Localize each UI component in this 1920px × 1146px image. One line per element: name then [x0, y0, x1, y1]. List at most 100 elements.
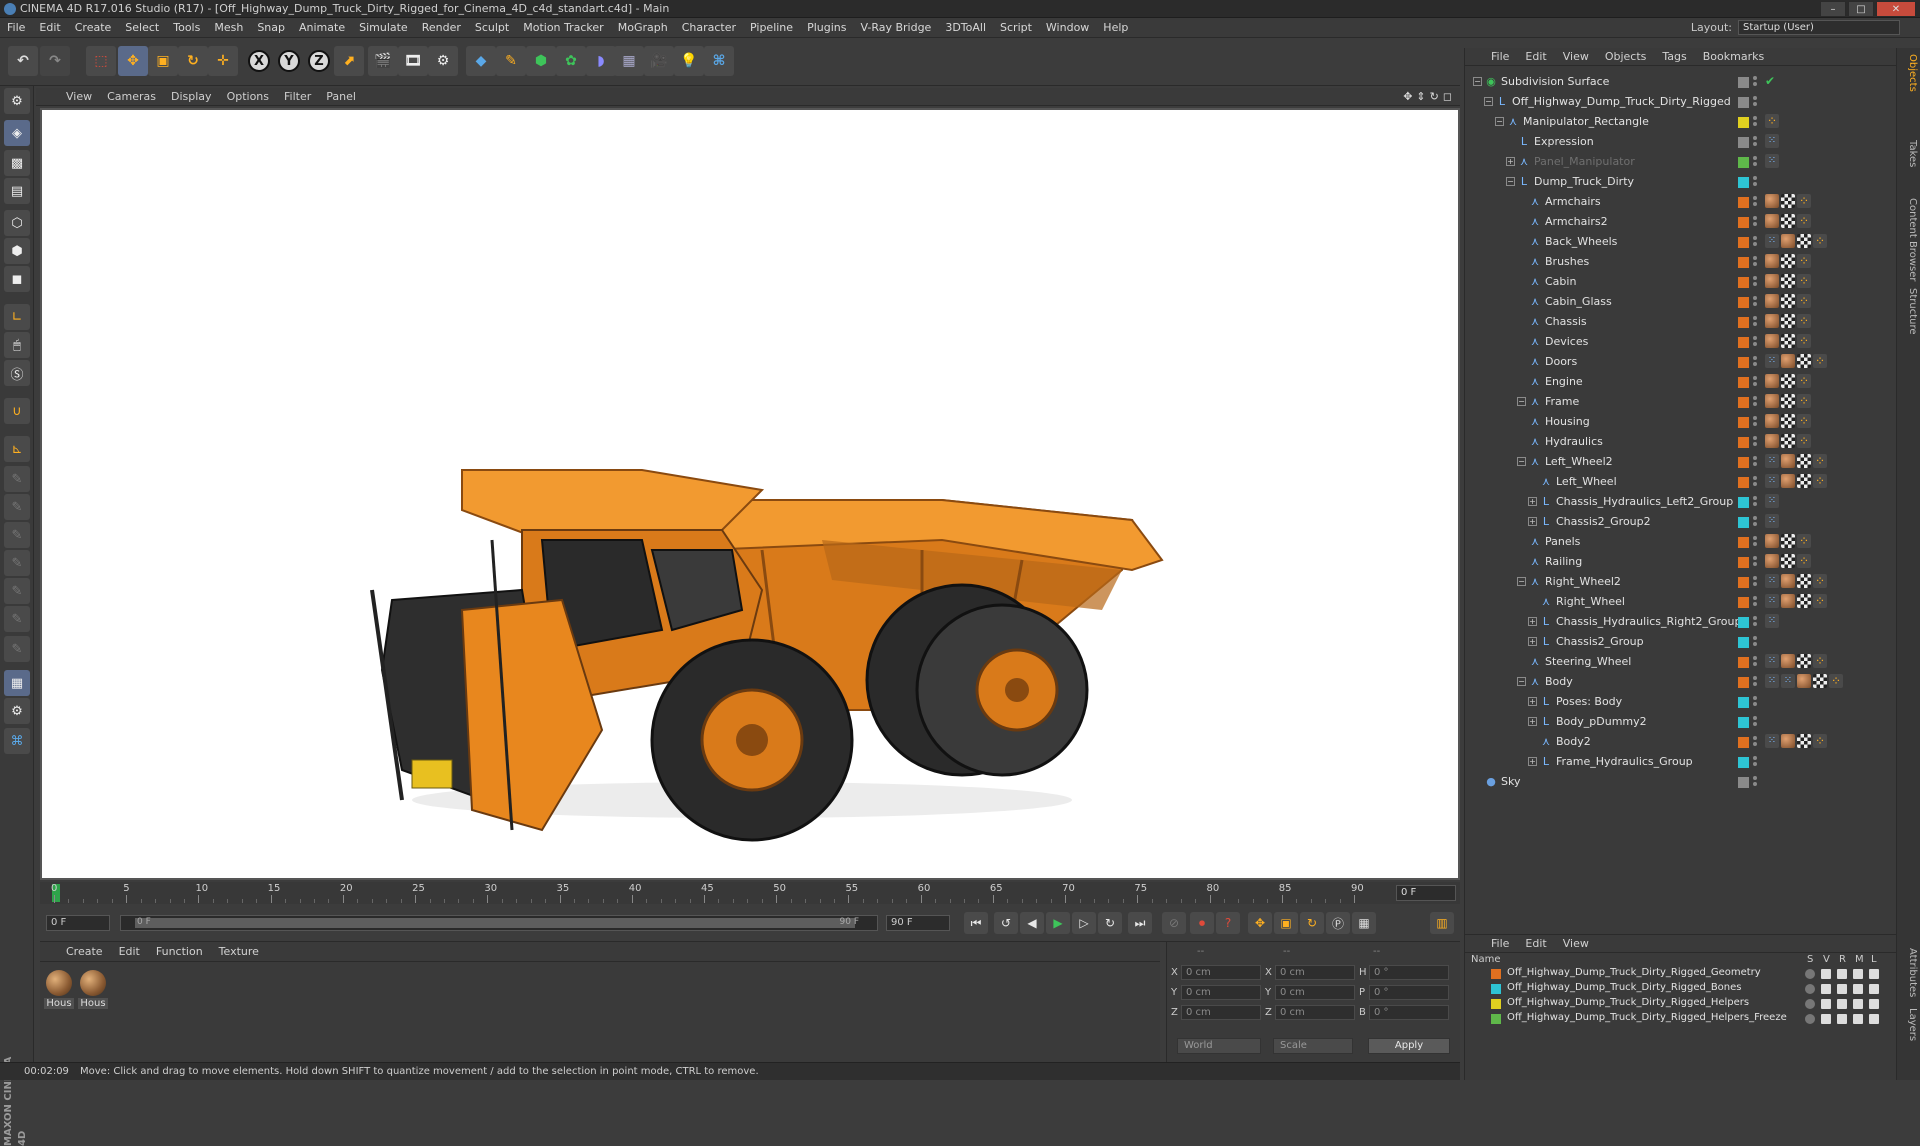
transform-tool-icon[interactable]: ✛	[208, 46, 238, 76]
layer-solo-toggle-icon[interactable]	[1805, 1014, 1815, 1024]
menu-help[interactable]: Help	[1096, 21, 1135, 34]
layer-row[interactable]: Off_Highway_Dump_Truck_Dirty_Rigged_Help…	[1465, 1012, 1897, 1026]
coord-value-field[interactable]: 0 cm	[1181, 984, 1261, 1000]
menu-animate[interactable]: Animate	[292, 21, 352, 34]
model-mode-icon[interactable]: ◈	[4, 120, 30, 146]
layer-color-swatch[interactable]	[1491, 984, 1501, 994]
texture-tag-icon[interactable]	[1797, 734, 1811, 748]
selection-tag-icon[interactable]: ⁘	[1813, 234, 1827, 248]
layer-color-swatch[interactable]	[1738, 397, 1749, 408]
layer-manager-toggle-icon[interactable]	[1853, 984, 1863, 994]
expand-toggle-icon[interactable]: +	[1528, 697, 1537, 706]
layer-color-swatch[interactable]	[1738, 777, 1749, 788]
next-frame-icon[interactable]: ▷	[1072, 912, 1096, 934]
subdivision-surface-icon[interactable]: ⬢	[526, 46, 556, 76]
constraint-tag-icon[interactable]: ⁙	[1765, 734, 1779, 748]
object-row[interactable]: − L Dump_Truck_Dirty	[1465, 172, 1897, 192]
constraint-tag-icon[interactable]: ⁙	[1765, 674, 1779, 688]
texture-tag-icon[interactable]	[1781, 274, 1795, 288]
visibility-dots[interactable]	[1753, 735, 1759, 749]
go-to-start-icon[interactable]: ⏮	[964, 912, 988, 934]
texture-tag-icon[interactable]	[1781, 434, 1795, 448]
selection-tag-icon[interactable]: ⁘	[1813, 734, 1827, 748]
object-row[interactable]: + L Frame_Hydraulics_Group	[1465, 752, 1897, 772]
layer-color-swatch[interactable]	[1738, 337, 1749, 348]
maximize-button[interactable]: □	[1848, 1, 1874, 17]
layer-color-swatch[interactable]	[1738, 257, 1749, 268]
key-parameter-icon[interactable]: Ⓟ	[1326, 912, 1350, 934]
visibility-dots[interactable]	[1753, 175, 1759, 189]
menu-render[interactable]: Render	[415, 21, 468, 34]
visibility-dots[interactable]	[1753, 495, 1759, 509]
texture-tag-icon[interactable]	[1781, 414, 1795, 428]
record-keys-icon[interactable]: ⊘	[1162, 912, 1186, 934]
material-menu-create[interactable]: Create	[66, 945, 103, 958]
visibility-dots[interactable]	[1753, 415, 1759, 429]
layer-menu-view[interactable]: View	[1563, 937, 1589, 950]
axis-mode-icon[interactable]: ∟	[4, 304, 30, 330]
expand-toggle-icon[interactable]: +	[1528, 617, 1537, 626]
material-tag-icon[interactable]	[1781, 594, 1795, 608]
object-row[interactable]: ⋏ Armchairs2 ⁘	[1465, 212, 1897, 232]
expand-toggle-icon[interactable]: −	[1484, 97, 1493, 106]
menu-pipeline[interactable]: Pipeline	[743, 21, 800, 34]
viewport-menu-display[interactable]: Display	[171, 90, 221, 103]
object-row[interactable]: ⋏ Cabin ⁘	[1465, 272, 1897, 292]
layer-solo-toggle-icon[interactable]	[1805, 984, 1815, 994]
layer-render-toggle-icon[interactable]	[1837, 984, 1847, 994]
object-row[interactable]: ⋏ Railing ⁘	[1465, 552, 1897, 572]
layer-color-swatch[interactable]	[1738, 177, 1749, 188]
layer-color-swatch[interactable]	[1738, 697, 1749, 708]
object-row[interactable]: ⋏ Engine ⁘	[1465, 372, 1897, 392]
key-rotation-icon[interactable]: ↻	[1300, 912, 1324, 934]
menu-window[interactable]: Window	[1039, 21, 1096, 34]
coordinate-system-icon[interactable]: ⬈	[334, 46, 364, 76]
texture-tag-icon[interactable]	[1781, 394, 1795, 408]
close-button[interactable]: ✕	[1876, 1, 1916, 17]
object-menu-objects[interactable]: Objects	[1605, 50, 1647, 63]
menu-mesh[interactable]: Mesh	[207, 21, 250, 34]
object-row[interactable]: − ⋏ Manipulator_Rectangle ⁘	[1465, 112, 1897, 132]
selection-tag-icon[interactable]: ⁘	[1797, 394, 1811, 408]
pen-spline-icon[interactable]: ✎	[496, 46, 526, 76]
layer-color-swatch[interactable]	[1738, 597, 1749, 608]
layer-manager-toggle-icon[interactable]	[1853, 999, 1863, 1009]
camera-icon[interactable]: 🎥	[644, 46, 674, 76]
material-tag-icon[interactable]	[1781, 234, 1795, 248]
layer-color-swatch[interactable]	[1738, 617, 1749, 628]
material-tag-icon[interactable]	[1765, 314, 1779, 328]
python-script-icon[interactable]: ⌘	[4, 728, 30, 754]
visibility-dots[interactable]	[1753, 575, 1759, 589]
side-tab-attributes[interactable]: Attributes	[1900, 948, 1918, 997]
redo-icon[interactable]: ↷	[40, 46, 70, 76]
expand-toggle-icon[interactable]: −	[1506, 177, 1515, 186]
constraint-tag-icon[interactable]: ⁙	[1765, 154, 1779, 168]
object-row[interactable]: ⋏ Cabin_Glass ⁘	[1465, 292, 1897, 312]
material-tag-icon[interactable]	[1765, 294, 1779, 308]
coord-value-field[interactable]: 0 cm	[1181, 964, 1261, 980]
object-row[interactable]: + L Body_pDummy2	[1465, 712, 1897, 732]
material-tag-icon[interactable]	[1765, 214, 1779, 228]
layer-visible-toggle-icon[interactable]	[1821, 1014, 1831, 1024]
visibility-dots[interactable]	[1753, 515, 1759, 529]
layer-render-toggle-icon[interactable]	[1837, 1014, 1847, 1024]
minimize-button[interactable]: –	[1820, 1, 1846, 17]
constraint-tag-icon[interactable]: ⁙	[1781, 674, 1795, 688]
menu-edit[interactable]: Edit	[32, 21, 67, 34]
texture-tag-icon[interactable]	[1797, 574, 1811, 588]
autokey-icon[interactable]: ⏺	[1190, 912, 1214, 934]
material-swatch[interactable]: Hous	[78, 970, 108, 1009]
edges-mode-icon[interactable]: ⬢	[4, 238, 30, 264]
object-row[interactable]: ⋏ Left_Wheel ⁙ ⁘	[1465, 472, 1897, 492]
object-row[interactable]: ⋏ Hydraulics ⁘	[1465, 432, 1897, 452]
material-tag-icon[interactable]	[1765, 534, 1779, 548]
visibility-dots[interactable]	[1753, 655, 1759, 669]
layer-color-swatch[interactable]	[1738, 677, 1749, 688]
expand-toggle-icon[interactable]: +	[1506, 157, 1515, 166]
coord-mode-dropdown[interactable]: World	[1177, 1038, 1261, 1054]
visibility-dots[interactable]	[1753, 595, 1759, 609]
object-row[interactable]: ⋏ Back_Wheels ⁙ ⁘	[1465, 232, 1897, 252]
layer-color-swatch[interactable]	[1738, 637, 1749, 648]
viewport-menu-filter[interactable]: Filter	[284, 90, 320, 103]
previous-key-icon[interactable]: ↺	[994, 912, 1018, 934]
